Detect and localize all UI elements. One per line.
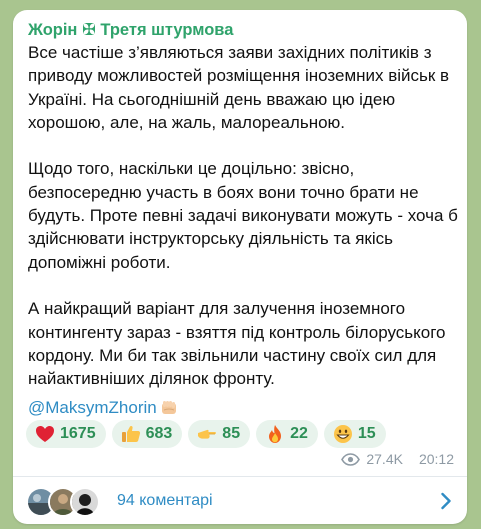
fist-emoji-icon — [161, 401, 176, 414]
reaction-count: 22 — [290, 425, 308, 442]
message-meta: 27.4K 20:12 — [341, 450, 454, 468]
reaction-count: 1675 — [60, 425, 96, 442]
avatar — [70, 487, 100, 517]
reaction-count: 15 — [357, 425, 376, 442]
pointing-hand-icon — [198, 429, 217, 439]
eye-icon — [341, 452, 361, 466]
reaction-grinning-face[interactable]: 15 — [323, 420, 386, 448]
author-link[interactable]: @MaksymZhorin — [28, 398, 157, 417]
post-paragraph-2: Щодо того, наскільки це доцільно: звісно… — [28, 159, 458, 272]
reaction-fire[interactable]: 22 — [256, 420, 318, 448]
comments-button[interactable]: 94 коментарі — [13, 477, 467, 524]
views-count: 27.4K — [366, 451, 403, 467]
thumbs-up-icon — [121, 425, 140, 442]
reaction-count: 683 — [145, 425, 173, 442]
chevron-right-icon — [441, 492, 451, 510]
reaction-pointing-hand[interactable]: 85 — [188, 420, 251, 448]
comments-count: 94 коментарі — [117, 492, 213, 509]
reaction-thumbs-up[interactable]: 683 — [111, 420, 183, 448]
post-paragraph-1: Все частіше з’являються заяви західних п… — [28, 43, 450, 132]
red-heart-icon — [36, 426, 54, 442]
reaction-red-heart[interactable]: 1675 — [26, 420, 106, 448]
post-paragraph-3: А найкращий варіант для залучення інозем… — [28, 299, 446, 389]
reaction-count: 85 — [222, 425, 241, 442]
reactions-bar: 1675 683 85 22 15 — [26, 420, 386, 448]
post-text: Все частіше з’являються заяви західних п… — [28, 41, 460, 390]
author-signature: @MaksymZhorin — [28, 396, 178, 419]
grinning-face-icon — [333, 425, 352, 443]
message-bubble: Жорін ✠ Третя штурмова Все частіше з’явл… — [13, 10, 467, 524]
channel-title[interactable]: Жорін ✠ Третя штурмова — [28, 19, 233, 41]
message-time: 20:12 — [418, 451, 454, 467]
fire-icon — [269, 425, 282, 443]
commenter-avatars — [26, 487, 116, 517]
